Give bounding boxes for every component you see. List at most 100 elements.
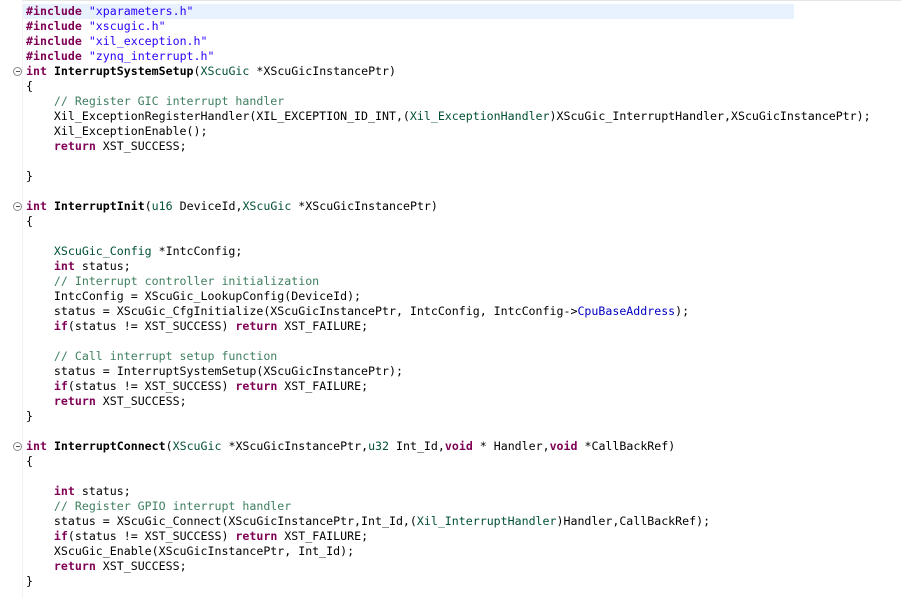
line-if-failure-1[interactable]: if(status != XST_SUCCESS) return XST_FAI… <box>26 319 368 334</box>
code-token: XST_FAILURE; <box>277 529 369 543</box>
code-token: void <box>444 439 473 453</box>
line-close-brace-3[interactable]: } <box>26 574 33 589</box>
line-scugic-enable[interactable]: XScuGic_Enable(XScuGicInstancePtr, Int_I… <box>26 544 354 559</box>
code-token: return <box>235 319 278 333</box>
code-token: InterruptSystemSetup <box>53 64 194 78</box>
line-open-brace-3[interactable]: { <box>26 454 33 469</box>
code-token: InterruptConnect <box>53 439 166 453</box>
code-token: return <box>53 559 96 573</box>
code-token: if <box>53 529 68 543</box>
line-if-failure-3[interactable]: if(status != XST_SUCCESS) return XST_FAI… <box>26 529 368 544</box>
line-scugic-connect[interactable]: status = XScuGic_Connect(XScuGicInstance… <box>26 514 710 529</box>
code-token: *XScuGicInstancePtr, <box>221 439 369 453</box>
code-token: (status != XST_SUCCESS) <box>67 319 236 333</box>
line-intc-config-decl[interactable]: XScuGic_Config *IntcConfig; <box>26 244 242 259</box>
line-close-brace-1[interactable]: } <box>26 169 33 184</box>
line-comment-call-setup[interactable]: // Call interrupt setup function <box>26 349 277 364</box>
code-token: { <box>26 454 33 468</box>
line-include-xparameters[interactable]: #include "xparameters.h" <box>26 4 194 19</box>
code-editor[interactable]: #include "xparameters.h" #include "xscugi… <box>0 0 901 598</box>
line-close-brace-2[interactable]: } <box>26 409 33 424</box>
code-token: #include <box>26 19 82 33</box>
code-token: XScuGic <box>172 439 222 453</box>
code-token: return <box>235 529 278 543</box>
code-token: XScuGic_Enable(XScuGicInstancePtr, Int_I… <box>26 544 355 558</box>
code-token: * Handler, <box>472 439 550 453</box>
code-token: IntcConfig = XScuGic_LookupConfig(Device… <box>26 289 362 303</box>
line-open-brace-2[interactable]: { <box>26 214 33 229</box>
code-token: ); <box>675 304 690 318</box>
code-token: status; <box>74 259 131 273</box>
line-comment-register-gpio[interactable]: // Register GPIO interrupt handler <box>26 499 291 514</box>
line-lookup-config[interactable]: IntcConfig = XScuGic_LookupConfig(Device… <box>26 289 361 304</box>
code-token: XScuGic_Config <box>53 244 152 258</box>
line-exception-register-handler[interactable]: Xil_ExceptionRegisterHandler(XIL_EXCEPTI… <box>26 109 871 124</box>
code-token: ( <box>165 439 173 453</box>
code-token: status = XScuGic_CfgInitialize(XScuGicIn… <box>26 304 578 318</box>
code-token: { <box>26 79 33 93</box>
code-token: if <box>53 379 68 393</box>
code-token: (status != XST_SUCCESS) <box>67 379 236 393</box>
line-exception-enable[interactable]: Xil_ExceptionEnable(); <box>26 124 208 139</box>
code-token: "xparameters.h" <box>88 4 194 18</box>
code-token: status = XScuGic_Connect(XScuGicInstance… <box>26 514 417 528</box>
code-token: XScuGic <box>200 64 250 78</box>
code-token: (status != XST_SUCCESS) <box>67 529 236 543</box>
code-token: if <box>53 319 68 333</box>
code-token: int <box>26 64 47 78</box>
line-interrupt-system-setup-signature[interactable]: int InterruptSystemSetup(XScuGic *XScuGi… <box>26 64 396 79</box>
fold-collapse-icon[interactable] <box>13 202 22 211</box>
code-token: *CallBackRef) <box>577 439 676 453</box>
code-token: } <box>26 574 33 588</box>
code-token: *XScuGicInstancePtr) <box>249 64 396 78</box>
code-token: void <box>549 439 578 453</box>
code-token: Int_Id, <box>389 439 445 453</box>
code-token: XST_SUCCESS; <box>95 559 187 573</box>
gutter-divider <box>22 0 23 598</box>
code-token: *XScuGicInstancePtr) <box>291 199 438 213</box>
line-status-decl-1[interactable]: int status; <box>26 259 131 274</box>
fold-collapse-icon[interactable] <box>13 67 22 76</box>
line-call-system-setup[interactable]: status = InterruptSystemSetup(XScuGicIns… <box>26 364 403 379</box>
code-token: "xscugic.h" <box>88 19 166 33</box>
code-token: )XScuGic_InterruptHandler,XScuGicInstanc… <box>549 109 871 123</box>
line-interrupt-init-signature[interactable]: int InterruptInit(u16 DeviceId,XScuGic *… <box>26 199 438 214</box>
code-token: Xil_ExceptionRegisterHandler(XIL_EXCEPTI… <box>26 109 410 123</box>
code-token: #include <box>26 34 82 48</box>
code-token: u32 <box>368 439 390 453</box>
line-comment-controller-init[interactable]: // Interrupt controller initialization <box>26 274 319 289</box>
code-token: Xil_ExceptionHandler <box>409 109 550 123</box>
line-interrupt-connect-signature[interactable]: int InterruptConnect(XScuGic *XScuGicIns… <box>26 439 675 454</box>
code-token: int <box>26 439 47 453</box>
line-return-success-3[interactable]: return XST_SUCCESS; <box>26 559 187 574</box>
line-comment-register-gic[interactable]: // Register GIC interrupt handler <box>26 94 284 109</box>
line-include-xil-exception[interactable]: #include "xil_exception.h" <box>26 34 208 49</box>
code-token: u16 <box>151 199 173 213</box>
line-return-success-2[interactable]: return XST_SUCCESS; <box>26 394 187 409</box>
line-status-decl-2[interactable]: int status; <box>26 484 131 499</box>
line-include-zynq-interrupt[interactable]: #include "zynq_interrupt.h" <box>26 49 214 64</box>
code-token: { <box>26 214 33 228</box>
line-if-failure-2[interactable]: if(status != XST_SUCCESS) return XST_FAI… <box>26 379 368 394</box>
code-token: CpuBaseAddress <box>577 304 676 318</box>
line-cfg-initialize[interactable]: status = XScuGic_CfgInitialize(XScuGicIn… <box>26 304 689 319</box>
code-token: DeviceId, <box>172 199 243 213</box>
fold-collapse-icon[interactable] <box>13 442 22 451</box>
code-token: } <box>26 409 33 423</box>
line-return-success-1[interactable]: return XST_SUCCESS; <box>26 139 187 154</box>
line-open-brace-1[interactable]: { <box>26 79 33 94</box>
line-include-xscugic[interactable]: #include "xscugic.h" <box>26 19 166 34</box>
code-token: // Call interrupt setup function <box>53 349 278 363</box>
